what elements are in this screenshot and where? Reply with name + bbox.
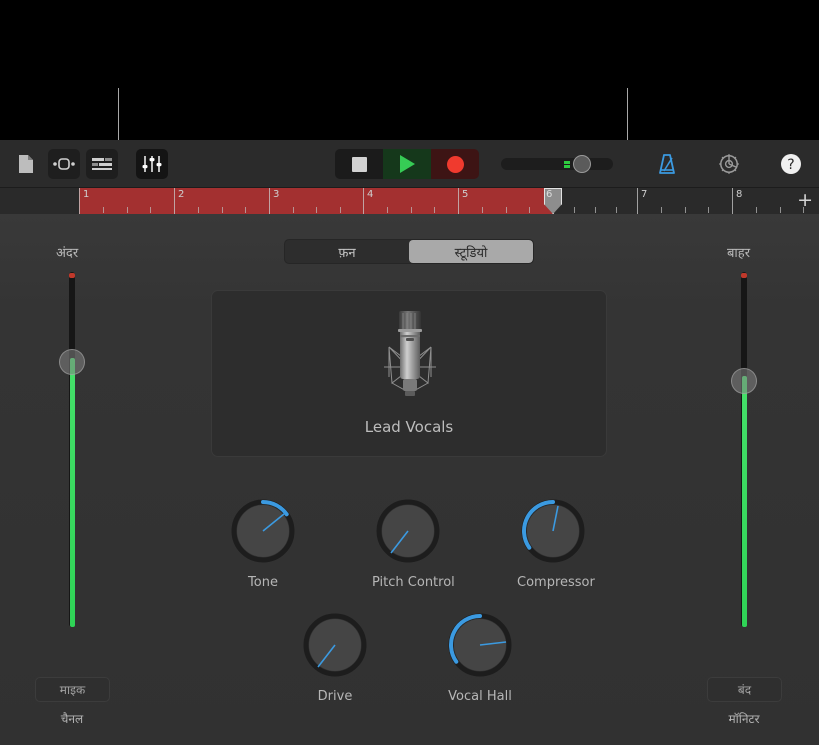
knob-tone[interactable]: Tone xyxy=(227,495,299,590)
input-fader-knob[interactable] xyxy=(59,349,85,375)
beat-tick xyxy=(434,207,436,213)
beat-tick xyxy=(779,207,781,213)
volume-track xyxy=(501,158,613,170)
knob-vocal-hall-label: Vocal Hall xyxy=(448,689,512,704)
monitor-caption: मॉनिटर xyxy=(728,712,760,726)
tab-fun[interactable]: फ़न xyxy=(285,240,409,263)
metronome-icon[interactable] xyxy=(651,149,683,179)
timeline-ruler[interactable]: 1 2 3 4 5 6 7 8 + xyxy=(0,188,819,214)
add-track-button[interactable]: + xyxy=(797,191,813,210)
help-glyph: ? xyxy=(787,157,794,173)
beat-tick xyxy=(126,207,128,213)
beat-tick xyxy=(197,207,199,213)
stop-icon xyxy=(351,156,367,172)
beat-tick xyxy=(660,207,662,213)
knob-pitch-control-label: Pitch Control xyxy=(372,575,455,590)
record-button[interactable] xyxy=(431,149,479,179)
knob-tone-dial[interactable] xyxy=(227,495,299,567)
beat-tick xyxy=(505,207,507,213)
beat-tick xyxy=(684,207,686,213)
bar-line xyxy=(363,188,364,214)
beat-tick xyxy=(481,207,483,213)
input-peak-indicator xyxy=(69,273,75,278)
bar-label: 7 xyxy=(641,189,648,200)
beat-tick xyxy=(386,207,388,213)
instrument-name: Lead Vocals xyxy=(364,418,454,436)
bar-label: 2 xyxy=(178,189,185,200)
knob-vocal-hall-dial[interactable] xyxy=(444,609,516,681)
knob-drive[interactable]: Drive xyxy=(299,609,371,704)
instrument-panel[interactable]: Lead Vocals xyxy=(211,290,607,457)
knob-compressor-dial[interactable] xyxy=(517,495,589,567)
beat-tick xyxy=(339,207,341,213)
mic-source-button[interactable]: माइक xyxy=(35,677,110,702)
beat-tick xyxy=(595,207,596,213)
beat-tick xyxy=(316,207,317,213)
condenser-microphone-icon xyxy=(384,311,436,396)
output-level-meter xyxy=(741,376,747,627)
bar-line xyxy=(458,188,459,214)
bar-label: 6 xyxy=(546,189,553,200)
output-peak-indicator xyxy=(741,273,747,278)
mixer-icon[interactable] xyxy=(136,149,168,179)
app-window: ? 1 2 3 4 5 6 7 8 + फ़न स्टूडियो अंदर मा… xyxy=(0,0,819,745)
beat-tick xyxy=(292,207,294,213)
bar-line xyxy=(174,188,175,214)
bar-label: 5 xyxy=(462,189,469,200)
bar-line xyxy=(637,188,638,214)
beat-tick xyxy=(150,207,152,213)
play-icon xyxy=(399,155,415,173)
beat-tick xyxy=(708,207,710,213)
bar-label: 8 xyxy=(736,189,743,200)
stop-button[interactable] xyxy=(335,149,383,179)
loop-browser-icon[interactable] xyxy=(48,149,80,179)
volume-meter-right xyxy=(564,165,570,168)
master-volume-slider[interactable] xyxy=(501,155,613,173)
beat-tick xyxy=(529,207,531,213)
input-title: अंदर xyxy=(56,246,79,261)
bar-label: 4 xyxy=(367,189,374,200)
knob-compressor[interactable]: Compressor xyxy=(517,495,595,590)
beat-tick xyxy=(574,207,575,213)
record-icon xyxy=(446,155,464,173)
bar-line xyxy=(79,188,80,214)
gear-icon[interactable] xyxy=(713,149,745,179)
beat-tick xyxy=(803,207,805,213)
monitor-toggle-button[interactable]: बंद xyxy=(707,677,782,702)
knob-vocal-hall[interactable]: Vocal Hall xyxy=(444,609,516,704)
view-tabs: फ़न स्टूडियो xyxy=(284,239,534,264)
beat-tick xyxy=(102,207,104,213)
output-title: बाहर xyxy=(727,246,751,261)
document-icon[interactable] xyxy=(10,149,42,179)
beat-tick xyxy=(410,207,412,213)
knob-pitch-control-dial[interactable] xyxy=(372,495,444,567)
knob-tone-label: Tone xyxy=(248,575,278,590)
bar-line xyxy=(269,188,270,214)
play-button[interactable] xyxy=(383,149,431,179)
track-list-icon[interactable] xyxy=(86,149,118,179)
toolbar-left-group xyxy=(10,140,168,188)
beat-tick xyxy=(616,207,617,213)
volume-knob[interactable] xyxy=(573,155,591,173)
knob-pitch-control[interactable]: Pitch Control xyxy=(372,495,455,590)
toolbar: ? xyxy=(0,140,819,188)
tab-studio[interactable]: स्टूडियो xyxy=(409,240,533,263)
bar-label: 1 xyxy=(83,189,90,200)
input-level-meter xyxy=(69,358,75,627)
beat-tick xyxy=(755,207,757,213)
volume-meter-left xyxy=(564,161,570,164)
knob-compressor-label: Compressor xyxy=(517,575,595,590)
toolbar-right-group: ? xyxy=(651,140,807,188)
help-icon[interactable]: ? xyxy=(775,149,807,179)
transport-controls xyxy=(335,140,613,188)
bar-label: 3 xyxy=(273,189,280,200)
bar-line xyxy=(732,188,733,214)
beat-tick xyxy=(245,207,247,213)
knob-drive-label: Drive xyxy=(317,689,353,704)
knob-drive-dial[interactable] xyxy=(299,609,371,681)
beat-tick xyxy=(221,207,223,213)
channel-caption: चैनल xyxy=(60,712,84,726)
output-fader-knob[interactable] xyxy=(731,368,757,394)
